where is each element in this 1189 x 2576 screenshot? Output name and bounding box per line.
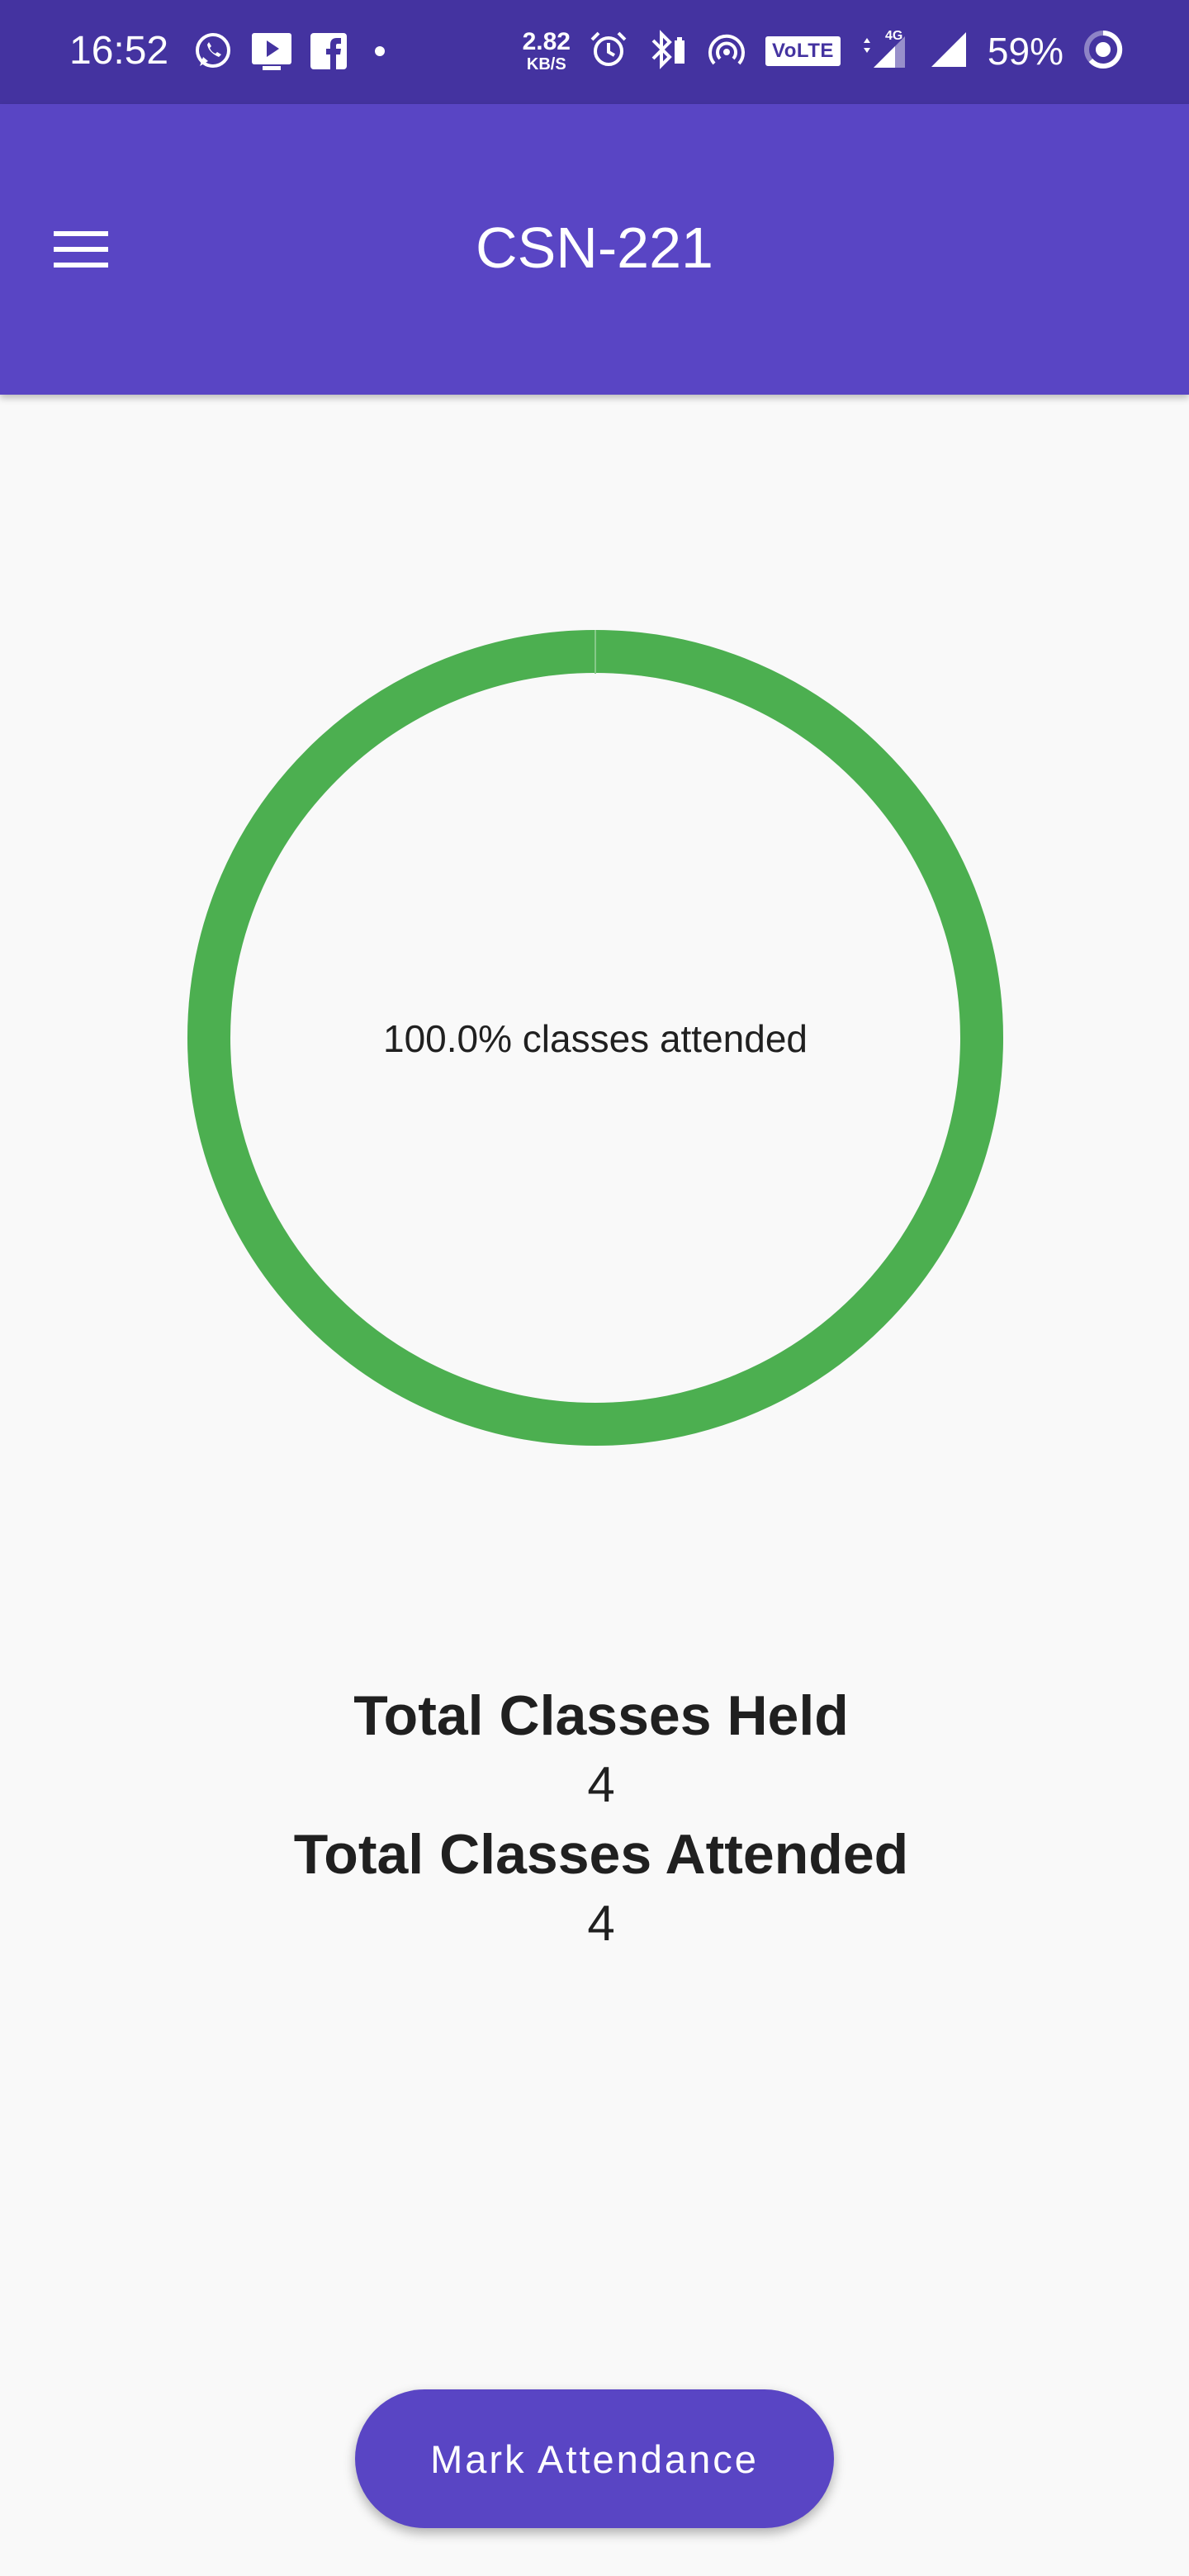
attendance-percentage-label: 100.0% classes attended xyxy=(382,1017,808,1060)
app-bar: CSN-221 xyxy=(0,104,1189,395)
battery-icon xyxy=(1082,28,1125,75)
signal-icon xyxy=(928,29,969,74)
mark-attendance-button[interactable]: Mark Attendance xyxy=(355,2389,834,2528)
network-type-label: 4G xyxy=(885,29,902,43)
status-time: 16:52 xyxy=(69,29,169,73)
system-icons: 2.82 KB/S VoLTE 4G 59% xyxy=(523,25,1125,78)
alarm-icon xyxy=(589,30,628,73)
whatsapp-icon xyxy=(192,30,234,77)
facebook-icon xyxy=(309,31,348,75)
page-title: CSN-221 xyxy=(476,215,713,280)
attendance-progress-ring: 100.0% classes attended xyxy=(187,629,1004,1447)
bluetooth-icon xyxy=(647,29,688,74)
hotspot-icon xyxy=(706,29,747,74)
volte-icon: VoLTE xyxy=(765,36,841,66)
attendance-stats: Total Classes Held 4 Total Classes Atten… xyxy=(0,1681,1189,1958)
network-speed: 2.82 KB/S xyxy=(522,28,571,73)
signal-4g-icon: 4G xyxy=(859,28,910,75)
battery-percentage: 59% xyxy=(987,30,1063,73)
total-classes-held-value: 4 xyxy=(587,1757,615,1812)
total-classes-held-label: Total Classes Held xyxy=(353,1684,849,1747)
tv-icon xyxy=(249,30,294,77)
notification-icons xyxy=(192,28,388,78)
status-bar: 16:52 2.82 KB/S VoLTE 4G 59% xyxy=(0,0,1189,104)
total-classes-attended-label: Total Classes Attended xyxy=(293,1823,909,1886)
more-notifications-dot-icon xyxy=(363,43,388,64)
total-classes-attended-value: 4 xyxy=(587,1896,615,1951)
